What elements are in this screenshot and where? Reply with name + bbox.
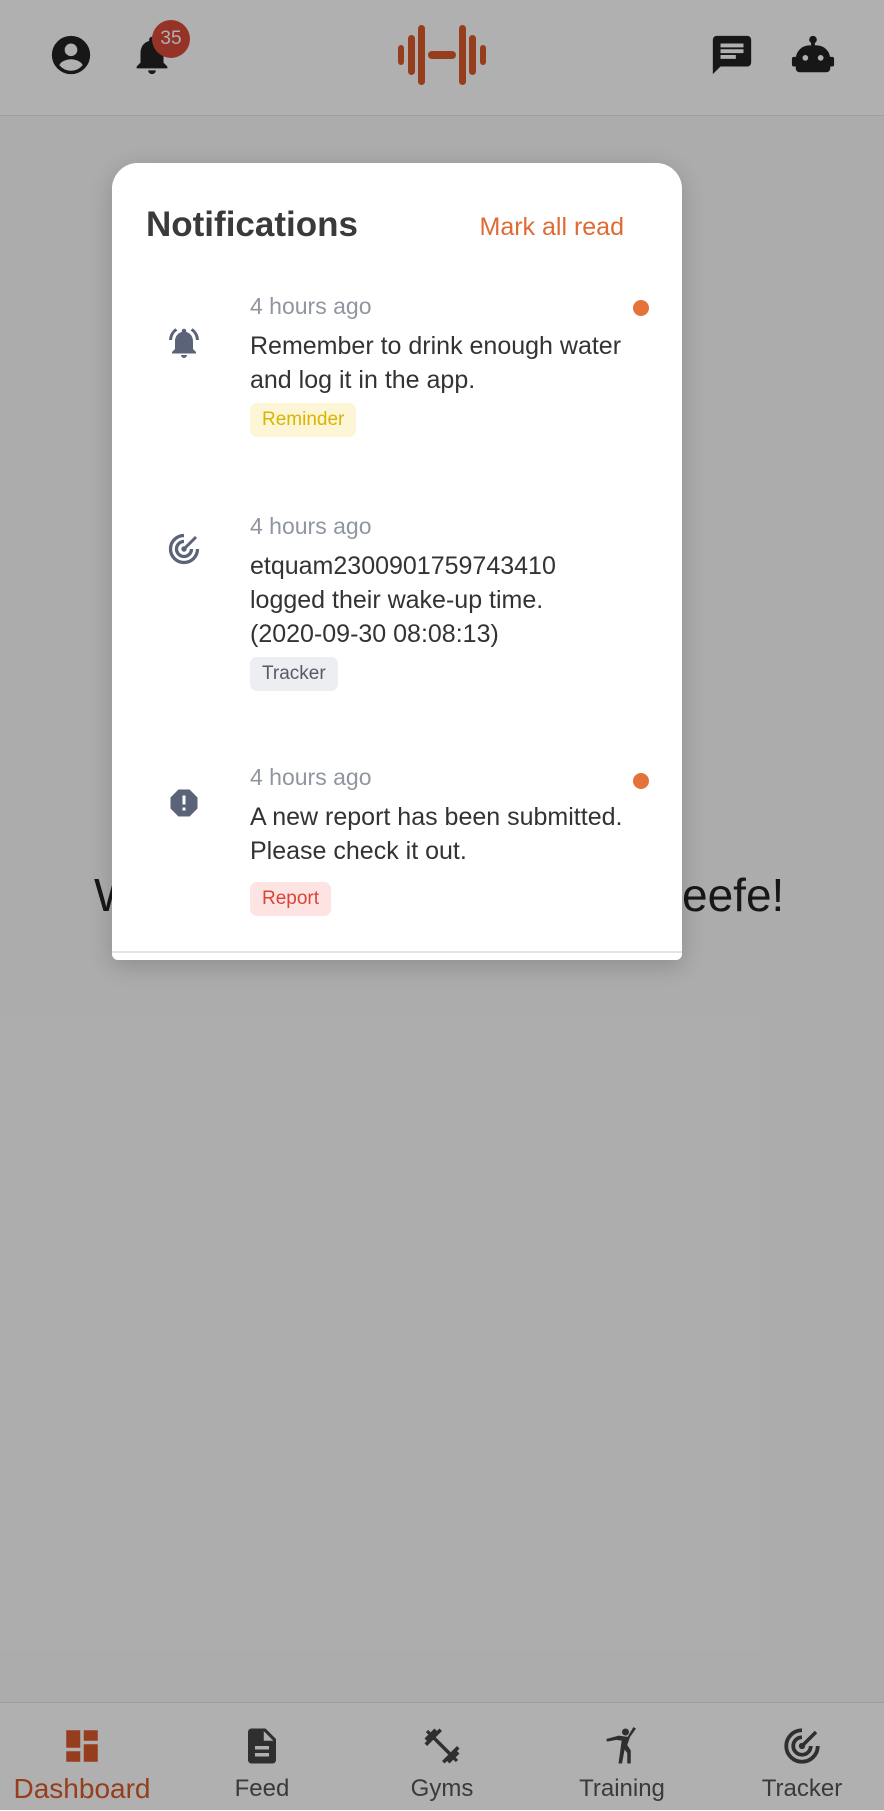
notification-message: etquam2300901759743410 logged their wake… bbox=[250, 552, 556, 648]
notification-item[interactable]: 4 hours ago Remember to drink enough wat… bbox=[112, 293, 682, 479]
notifications-title: Notifications bbox=[146, 205, 358, 244]
reminder-tag: Reminder bbox=[250, 403, 357, 437]
notification-message: A new report has been submitted. Please … bbox=[250, 803, 623, 865]
tracker-icon bbox=[166, 531, 202, 567]
notification-time: 4 hours ago bbox=[250, 293, 372, 319]
tracker-tag: Tracker bbox=[250, 657, 338, 691]
unread-indicator bbox=[633, 300, 649, 316]
notification-time: 4 hours ago bbox=[250, 513, 372, 539]
notification-item[interactable]: 4 hours ago etquam2300901759743410 logge… bbox=[112, 477, 682, 732]
mark-all-read-button[interactable]: Mark all read bbox=[480, 213, 625, 242]
notifications-panel: Notifications Mark all read 4 hours ago … bbox=[112, 163, 682, 960]
notification-time: 4 hours ago bbox=[250, 764, 372, 790]
report-alert-icon bbox=[166, 785, 202, 821]
notifications-list[interactable]: 4 hours ago Remember to drink enough wat… bbox=[112, 293, 682, 960]
bell-ring-icon bbox=[166, 325, 202, 361]
unread-indicator bbox=[633, 773, 649, 789]
notifications-header: Notifications Mark all read bbox=[112, 163, 682, 295]
report-tag: Report bbox=[250, 882, 332, 916]
notification-message: Remember to drink enough water and log i… bbox=[250, 332, 622, 394]
notification-item[interactable]: 4 hours ago A new report has been submit… bbox=[112, 730, 682, 953]
